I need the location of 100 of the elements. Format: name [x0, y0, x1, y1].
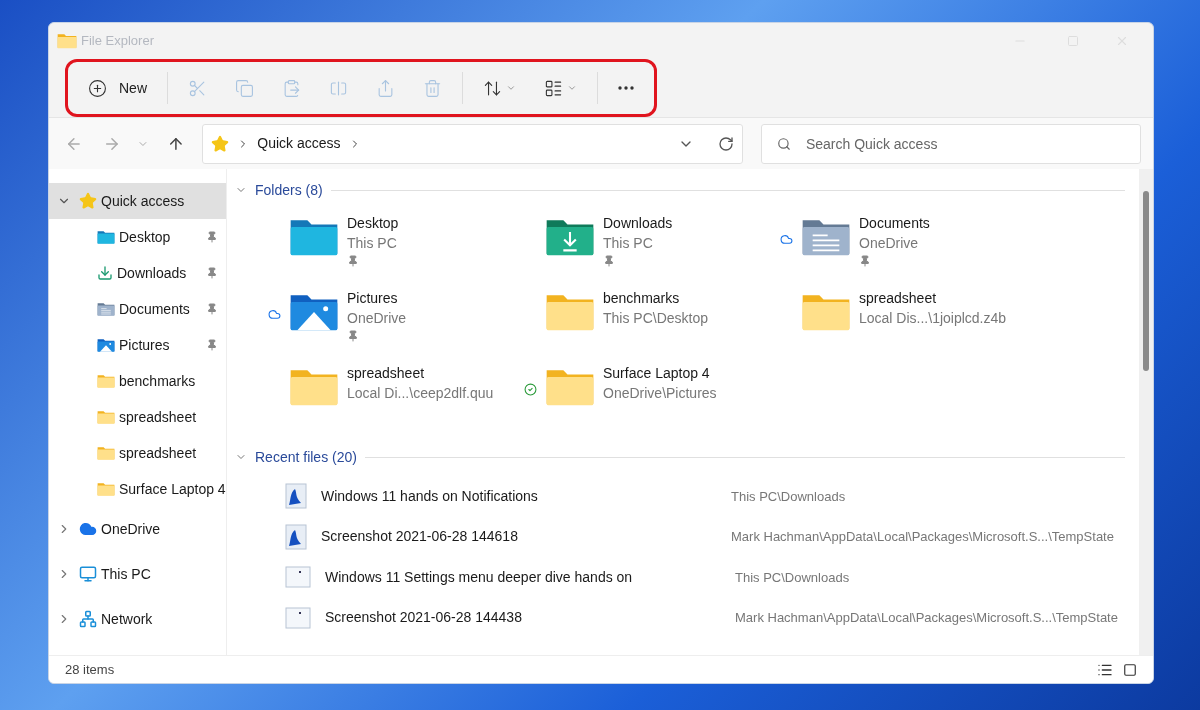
folder-icon	[545, 367, 595, 407]
file-location: This PC\Downloads	[731, 487, 846, 506]
folder-name: benchmarks	[603, 289, 681, 308]
folder-tile[interactable]: Surface Laptop 4 OneDrive\Pictures	[523, 363, 779, 438]
folder-name: Downloads	[603, 214, 673, 233]
folder-icon	[545, 292, 595, 332]
file-name: Screenshot 2021-06-28 144438	[325, 608, 523, 628]
folder-icon	[97, 481, 115, 497]
nav-item[interactable]: spreadsheet	[49, 399, 226, 435]
document-folder-icon	[97, 301, 115, 317]
folder-icon	[289, 367, 339, 407]
folder-tile[interactable]: Desktop This PC	[267, 213, 523, 288]
monitor-icon	[79, 565, 97, 583]
file-name: Windows 11 hands on Notifications	[321, 486, 539, 506]
file-name: Windows 11 Settings menu deeper dive hands on	[325, 567, 634, 587]
nav-item[interactable]: Desktop	[49, 219, 226, 255]
folder-icon	[97, 445, 115, 461]
nav-item[interactable]: benchmarks	[49, 363, 226, 399]
nav-label: Surface Laptop 4	[119, 479, 226, 499]
star-icon	[79, 192, 97, 210]
nav-label: Desktop	[119, 227, 172, 247]
folder-name: spreadsheet	[859, 289, 938, 308]
item-count: 28 items	[65, 660, 115, 679]
star-icon	[211, 134, 230, 153]
section-heading[interactable]: Recent files (20)	[255, 446, 357, 468]
file-name: Screenshot 2021-06-28 144618	[321, 527, 519, 547]
desktop-folder-icon	[289, 217, 339, 257]
blank-file-icon	[285, 566, 311, 589]
desktop-folder-icon	[97, 229, 115, 245]
folder-tile[interactable]: spreadsheet Local Di...\ceep2dlf.quu	[267, 363, 523, 438]
picture-folder-icon	[289, 292, 339, 332]
tiles-view-icon[interactable]	[1123, 662, 1137, 677]
folder-location: Local Dis...\1joiplcd.z4b	[859, 309, 1007, 328]
search-icon	[776, 136, 791, 151]
blank-file-icon	[285, 606, 311, 629]
picture-folder-icon	[97, 337, 115, 353]
image-file-icon	[285, 483, 307, 510]
nav-label: Pictures	[119, 335, 171, 355]
folder-icon	[97, 409, 115, 425]
recent-file-row[interactable]: Windows 11 hands on Notifications This PC\Downloads	[235, 476, 1125, 517]
file-location: Mark Hachman\AppData\Local\Packages\Microsoft.S...\TempState	[735, 609, 1118, 627]
folder-name: spreadsheet	[347, 364, 426, 383]
nav-item[interactable]: Quick access	[49, 183, 226, 219]
address-bar[interactable]: Quick access	[202, 123, 743, 164]
nav-label: This PC	[101, 564, 152, 584]
nav-label: Documents	[119, 299, 191, 319]
folder-icon	[801, 292, 851, 332]
folder-name: Desktop	[347, 214, 399, 233]
caret-icon	[506, 83, 516, 93]
folder-name: Pictures	[347, 289, 399, 308]
folder-location: This PC	[603, 234, 654, 253]
download-icon	[97, 265, 113, 281]
nav-label: Network	[101, 609, 154, 629]
folder-tile[interactable]: Downloads This PC	[523, 213, 779, 288]
document-folder-icon	[801, 217, 851, 257]
nav-item[interactable]: Pictures	[49, 327, 226, 363]
folder-location: OneDrive\Pictures	[603, 384, 717, 403]
download-folder-icon	[545, 217, 595, 257]
folder-name: Documents	[859, 214, 930, 233]
nav-item[interactable]: spreadsheet	[49, 435, 226, 471]
nav-label: OneDrive	[101, 519, 162, 539]
nav-item[interactable]: OneDrive	[49, 511, 226, 547]
recent-file-row[interactable]: Screenshot 2021-06-28 144618 Mark Hachman\AppData\Local\Packages\Microsoft.S...\TempState	[235, 516, 1125, 557]
nav-label: Downloads	[117, 263, 188, 283]
network-icon	[79, 610, 97, 628]
folder-location: OneDrive	[859, 234, 920, 253]
nav-label: benchmarks	[119, 371, 197, 391]
scrollbar[interactable]	[1139, 169, 1153, 655]
section-heading[interactable]: Folders (8)	[255, 179, 323, 201]
search-field[interactable]: Search Quick access	[760, 123, 1141, 164]
nav-item[interactable]: This PC	[49, 556, 226, 592]
caret-icon	[567, 83, 577, 93]
folder-location: This PC	[347, 234, 398, 253]
breadcrumb[interactable]: Quick access	[257, 133, 341, 154]
folder-tile[interactable]: benchmarks This PC\Desktop	[523, 288, 779, 363]
window-title: File Explorer	[81, 32, 154, 51]
nav-item[interactable]: Network	[49, 601, 226, 637]
file-location: Mark Hachman\AppData\Local\Packages\Microsoft.S...\TempState	[731, 528, 1114, 546]
folder-icon	[57, 33, 77, 49]
nav-item[interactable]: Surface Laptop 4	[49, 471, 226, 507]
file-location: This PC\Downloads	[735, 568, 850, 587]
nav-item[interactable]: Downloads	[49, 255, 226, 291]
folder-location: Local Di...\ceep2dlf.quu	[347, 384, 494, 403]
folder-tile[interactable]: Documents OneDrive	[779, 213, 1035, 288]
folder-icon	[97, 373, 115, 389]
nav-label: spreadsheet	[119, 443, 198, 463]
folder-location: This PC\Desktop	[603, 309, 709, 328]
folder-location: OneDrive	[347, 309, 407, 328]
refresh-icon[interactable]	[717, 135, 734, 152]
recent-file-row[interactable]: Windows 11 Settings menu deeper dive hands on This PC\Downloads	[235, 557, 1125, 598]
cloud-icon	[79, 520, 97, 538]
recent-file-row[interactable]: Screenshot 2021-06-28 144438 Mark Hachman\AppData\Local\Packages\Microsoft.S...\TempState	[235, 597, 1125, 638]
folder-tile[interactable]: spreadsheet Local Dis...\1joiplcd.z4b	[779, 288, 1035, 363]
image-file-icon	[285, 523, 307, 550]
folder-tile[interactable]: Pictures OneDrive	[267, 288, 523, 363]
nav-label: spreadsheet	[119, 407, 198, 427]
nav-item[interactable]: Documents	[49, 291, 226, 327]
new-button[interactable]: New	[74, 68, 161, 108]
nav-label: Quick access	[101, 191, 186, 211]
folder-name: Surface Laptop 4	[603, 364, 711, 383]
